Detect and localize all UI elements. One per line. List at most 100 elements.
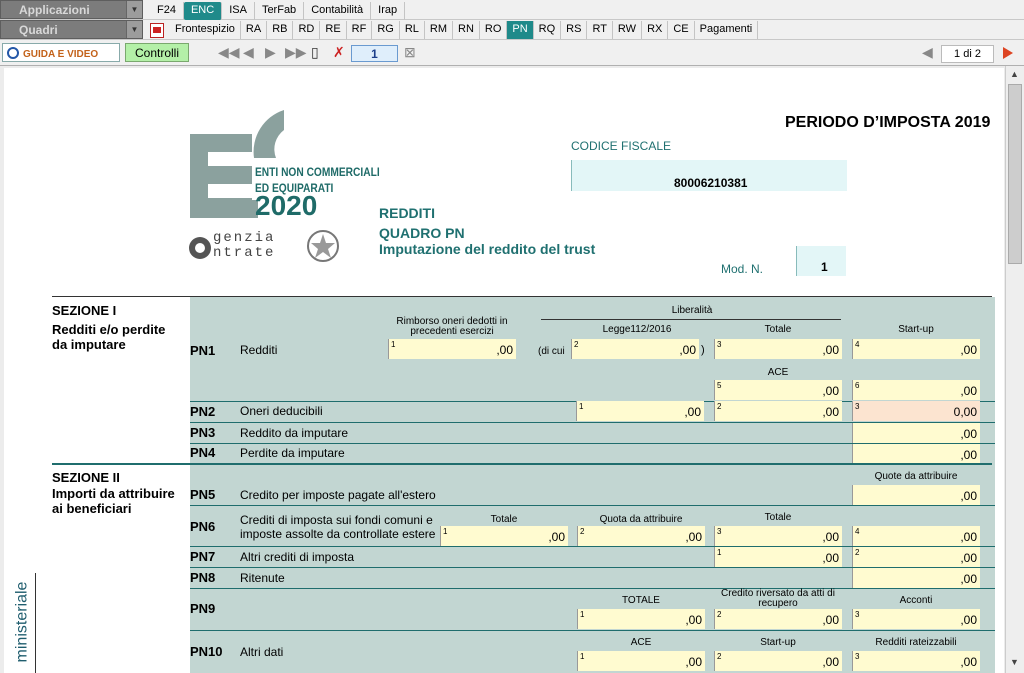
pn6-label: Crediti di imposta sui fondi comuni e im… xyxy=(240,513,436,541)
mod-field[interactable]: 1 xyxy=(796,246,846,276)
page-number-input[interactable]: 1 xyxy=(351,45,398,62)
pn7-field-2[interactable]: 2,00 xyxy=(852,547,980,567)
pn4-field-1[interactable]: ,00 xyxy=(852,444,980,464)
tab-isa[interactable]: ISA xyxy=(222,2,255,20)
controlli-button[interactable]: Controlli xyxy=(125,43,189,62)
prev-page-icon[interactable]: ◀ xyxy=(243,45,254,59)
tab-contabilità[interactable]: Contabilità xyxy=(304,2,372,20)
tab-quadro-rl[interactable]: RL xyxy=(400,21,425,39)
tab-irap[interactable]: Irap xyxy=(371,2,406,20)
scroll-down-icon[interactable]: ▼ xyxy=(1010,657,1019,667)
tab-quadro-rm[interactable]: RM xyxy=(425,21,453,39)
top-toolbar: Applicazioni ▼ F24 ENC ISA TerFab Contabilit… xyxy=(0,0,1024,20)
mod-value: 1 xyxy=(821,260,828,274)
col-totale: Totale xyxy=(764,324,792,335)
side-ministeriale: ministeriale xyxy=(13,581,31,663)
tab-quadro-ro[interactable]: RO xyxy=(480,21,508,39)
tab-quadro-rw[interactable]: RW xyxy=(613,21,643,39)
chevron-down-icon[interactable]: ▼ xyxy=(126,21,142,38)
pn10-field-3[interactable]: 3,00 xyxy=(852,651,980,671)
tab-quadro-rq[interactable]: RQ xyxy=(534,21,562,39)
pn1-field-4[interactable]: 4,00 xyxy=(852,339,980,359)
pn10-field-2[interactable]: 2,00 xyxy=(714,651,842,671)
logo-year: 2020 xyxy=(255,190,318,221)
pn8-field-1[interactable]: ,00 xyxy=(852,568,980,588)
tab-quadro-rg[interactable]: RG xyxy=(372,21,400,39)
last-page-icon[interactable]: ▶▶ xyxy=(285,45,307,59)
cf-field[interactable]: 80006210381 xyxy=(571,160,847,191)
tab-quadro-pagamenti[interactable]: Pagamenti xyxy=(695,21,759,39)
first-page-icon[interactable]: ◀◀ xyxy=(218,45,240,59)
pn1-field-1[interactable]: 1,00 xyxy=(388,339,516,359)
pn8-label: Ritenute xyxy=(240,571,285,585)
pn4-label: Perdite da imputare xyxy=(240,446,345,460)
delete-page-icon[interactable]: ✗ xyxy=(333,45,345,59)
col-quote-attribuire: Quote da attribuire xyxy=(874,471,958,482)
pn10-label: Altri dati xyxy=(240,645,284,659)
tab-quadro-ce[interactable]: CE xyxy=(668,21,695,39)
tab-quadro-rn[interactable]: RN xyxy=(453,21,480,39)
tab-quadro-rd[interactable]: RD xyxy=(293,21,321,39)
tab-quadro-re[interactable]: RE xyxy=(320,21,347,39)
emblem-icon xyxy=(307,230,339,262)
pn2-field-1[interactable]: 1,00 xyxy=(576,401,704,421)
pn1-field-5[interactable]: 5,00 xyxy=(714,380,842,400)
pn1-field-3[interactable]: 3,00 xyxy=(714,339,842,359)
new-page-icon[interactable]: ▯ xyxy=(311,45,319,59)
scroll-up-icon[interactable]: ▲ xyxy=(1010,69,1019,79)
next-page-icon[interactable]: ▶ xyxy=(265,45,276,59)
pn6-field-1[interactable]: 1,00 xyxy=(440,526,568,546)
chevron-down-icon[interactable]: ▼ xyxy=(126,1,142,18)
tab-quadro-pn[interactable]: PN xyxy=(507,21,534,39)
pn6-field-3[interactable]: 3,00 xyxy=(714,526,842,546)
pn2-label: Oneri deducibili xyxy=(240,404,323,418)
tab-quadro-rf[interactable]: RF xyxy=(347,21,373,39)
tab-quadro-rs[interactable]: RS xyxy=(561,21,588,39)
pn9-field-2[interactable]: 2,00 xyxy=(714,609,842,629)
tab-f24[interactable]: F24 xyxy=(150,2,184,20)
pn1-field-6[interactable]: 6,00 xyxy=(852,380,980,400)
pn9-field-3[interactable]: 3,00 xyxy=(852,609,980,629)
pn6-field-4[interactable]: 4,00 xyxy=(852,526,980,546)
quadro-title: QUADRO PN xyxy=(379,225,465,241)
pn2-field-3[interactable]: 3 0,00 xyxy=(852,401,980,421)
prev-form-icon[interactable]: ◀ xyxy=(922,45,933,59)
pn1-code: PN1 xyxy=(190,343,216,358)
tab-quadro-frontespizio[interactable]: Frontespizio xyxy=(170,21,241,39)
tab-quadro-rb[interactable]: RB xyxy=(267,21,294,39)
pn1-field-2[interactable]: 2,00 xyxy=(571,339,699,359)
pn3-field-1[interactable]: ,00 xyxy=(852,423,980,443)
tab-quadro-rt[interactable]: RT xyxy=(587,21,613,39)
liberalita-rule xyxy=(541,319,841,320)
scroll-thumb[interactable] xyxy=(1008,84,1022,264)
side-rule xyxy=(35,573,36,673)
tab-quadro-ra[interactable]: RA xyxy=(241,21,268,39)
pn6-field-2[interactable]: 2,00 xyxy=(577,526,705,546)
next-form-icon[interactable] xyxy=(1003,47,1013,59)
pn2-field-2[interactable]: 2,00 xyxy=(714,401,842,421)
applicazioni-combo[interactable]: Applicazioni ▼ xyxy=(0,0,143,19)
col-legge: Legge112/2016 xyxy=(602,324,672,335)
cf-value: 80006210381 xyxy=(674,176,748,190)
goto-page-icon[interactable]: ⊠ xyxy=(404,45,416,59)
pn7-field-1[interactable]: 1,00 xyxy=(714,547,842,567)
pn9-field-1[interactable]: 1,00 xyxy=(577,609,705,629)
tab-enc[interactable]: ENC xyxy=(183,2,223,20)
quadri-combo[interactable]: Quadri ▼ xyxy=(0,20,143,39)
row-line xyxy=(190,630,995,631)
pn10-field-1[interactable]: 1,00 xyxy=(577,651,705,671)
pdf-icon[interactable] xyxy=(150,22,164,38)
col-totale-pn6b: Totale xyxy=(764,512,792,523)
tab-quadro-rx[interactable]: RX xyxy=(642,21,669,39)
col-rimborso: Rimborso oneri dedotti in precedenti ese… xyxy=(396,316,508,337)
pn5-field-1[interactable]: ,00 xyxy=(852,485,980,505)
section-divider xyxy=(52,463,992,465)
vertical-scrollbar[interactable]: ▲ ▼ xyxy=(1005,66,1024,673)
pn5-label: Credito per imposte pagate all'estero xyxy=(240,488,436,502)
form-page: ENTI NON COMMERCIALI ED EQUIPARATI 2020 … xyxy=(4,68,1004,673)
tab-terfab[interactable]: TerFab xyxy=(255,2,305,20)
guida-video-button[interactable]: GUIDA E VIDEO xyxy=(2,43,120,62)
redditi-title: REDDITI xyxy=(379,205,435,221)
search-icon xyxy=(7,47,19,59)
paren-close: ) xyxy=(701,344,705,356)
